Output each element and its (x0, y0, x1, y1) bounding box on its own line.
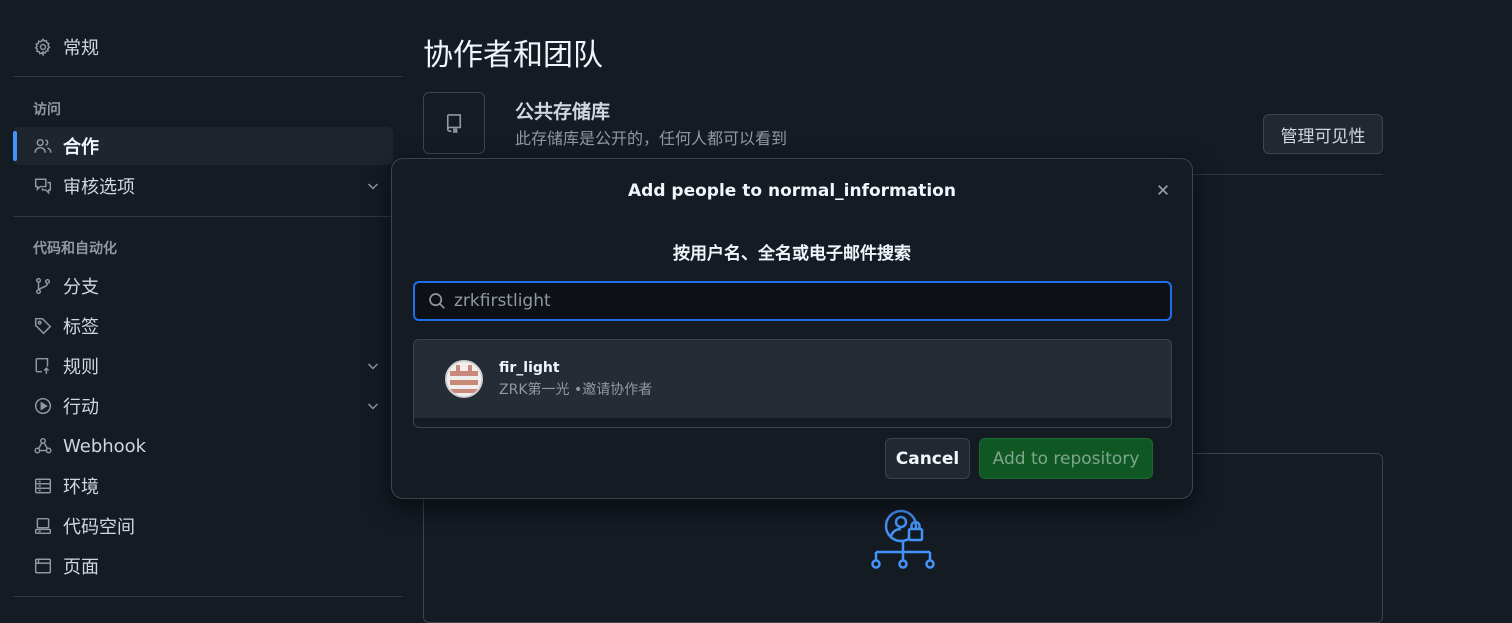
add-to-repository-button[interactable]: Add to repository (979, 438, 1153, 479)
add-people-dialog: Add people to normal_information 按用户名、全名… (391, 158, 1193, 499)
sidebar-item-collaborators[interactable]: 合作 (13, 127, 393, 165)
gear-icon (33, 37, 53, 57)
comment-discussion-icon (33, 176, 53, 196)
sidebar-item-label: 环境 (63, 477, 99, 498)
sidebar-item-label: 行动 (63, 397, 99, 418)
avatar (445, 360, 483, 398)
sidebar-item-pages[interactable]: 页面 (13, 547, 393, 585)
search-result-item[interactable]: fir_light ZRK第一光 •邀请协作者 (414, 340, 1171, 418)
sidebar-item-environments[interactable]: 环境 (13, 467, 393, 505)
sidebar-item-rules[interactable]: 规则 (13, 347, 393, 385)
play-icon (33, 396, 53, 416)
repo-push-icon (33, 356, 53, 376)
browser-icon (33, 556, 53, 576)
repo-visibility-icon-box (423, 92, 485, 154)
sidebar-item-label: 合作 (63, 137, 99, 158)
search-field[interactable] (413, 281, 1172, 321)
tag-icon (33, 316, 53, 336)
cancel-button[interactable]: Cancel (885, 438, 970, 479)
dialog-title: Add people to normal_information (628, 181, 956, 201)
search-label: 按用户名、全名或电子邮件搜索 (673, 244, 911, 264)
section-title-automation: 代码和自动化 (33, 241, 117, 257)
sidebar-item-label: 分支 (63, 277, 99, 298)
sidebar-item-tags[interactable]: 标签 (13, 307, 393, 345)
chevron-down-icon[interactable] (365, 178, 381, 194)
sidebar-divider (13, 216, 403, 217)
close-icon[interactable] (1153, 180, 1173, 200)
settings-sidebar: 常规 访问 合作 审核选项 代码和自动化 分支 标签 规则 行动 Webhook… (0, 0, 404, 609)
sidebar-item-label: 常规 (63, 38, 99, 59)
git-branch-icon (33, 276, 53, 296)
search-input[interactable] (454, 291, 1134, 311)
server-icon (33, 476, 53, 496)
people-icon (33, 136, 53, 156)
manage-visibility-button[interactable]: 管理可见性 (1263, 114, 1383, 154)
active-indicator (13, 131, 17, 161)
codespaces-icon (33, 516, 53, 536)
visibility-description: 此存储库是公开的，任何人都可以看到 (515, 129, 788, 148)
sidebar-item-webhooks[interactable]: Webhook (13, 427, 393, 465)
sidebar-item-label: 代码空间 (63, 517, 135, 538)
visibility-title: 公共存储库 (515, 101, 611, 123)
sidebar-divider (13, 76, 403, 77)
chevron-down-icon[interactable] (365, 398, 381, 414)
sidebar-item-general[interactable]: 常规 (13, 28, 393, 66)
page-title: 协作者和团队 (423, 38, 603, 73)
sidebar-item-label: 规则 (63, 357, 99, 378)
sidebar-item-label: 标签 (63, 317, 99, 338)
sidebar-item-moderation[interactable]: 审核选项 (13, 167, 393, 205)
sidebar-item-codespaces[interactable]: 代码空间 (13, 507, 393, 545)
organization-lock-icon (870, 509, 936, 571)
sidebar-item-branches[interactable]: 分支 (13, 267, 393, 305)
section-title-access: 访问 (33, 102, 61, 118)
search-icon (428, 292, 446, 310)
sidebar-item-label: 审核选项 (63, 177, 135, 198)
sidebar-item-label: Webhook (63, 435, 147, 457)
webhook-icon (33, 436, 53, 456)
result-details: ZRK第一光 •邀请协作者 (499, 381, 653, 398)
sidebar-divider (13, 596, 403, 597)
sidebar-item-label: 页面 (63, 557, 99, 578)
search-results: fir_light ZRK第一光 •邀请协作者 (413, 339, 1172, 428)
chevron-down-icon[interactable] (365, 358, 381, 374)
sidebar-item-actions[interactable]: 行动 (13, 387, 393, 425)
result-username: fir_light (499, 359, 560, 376)
repo-icon (444, 113, 464, 133)
